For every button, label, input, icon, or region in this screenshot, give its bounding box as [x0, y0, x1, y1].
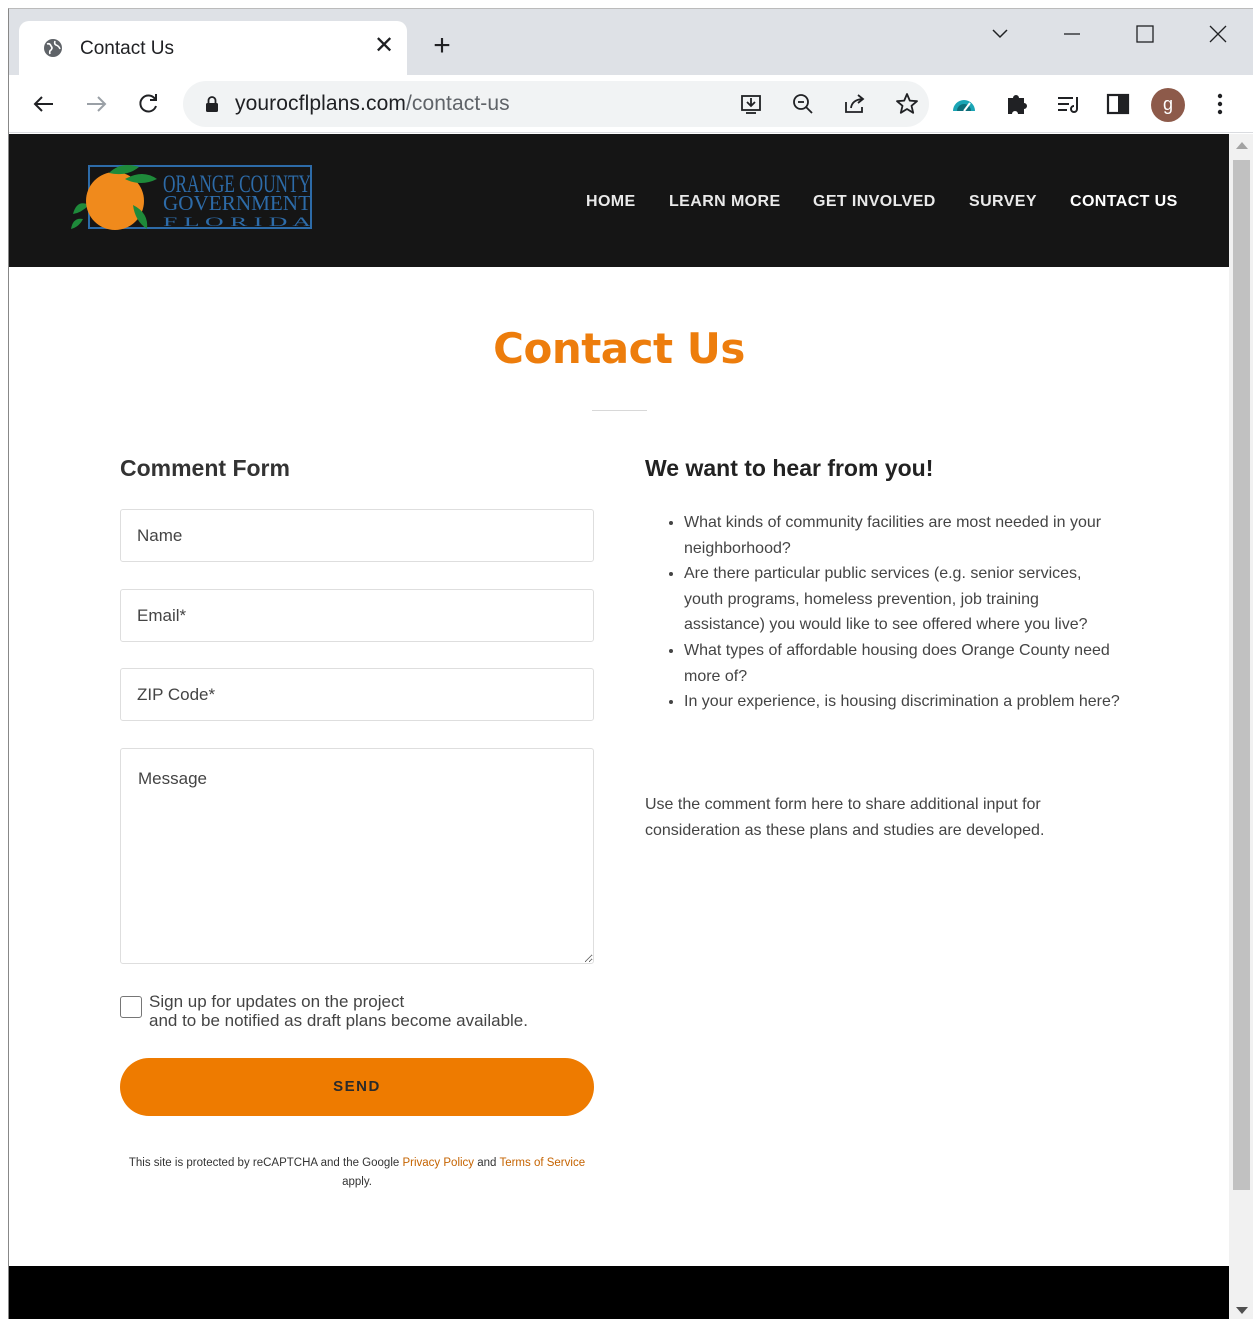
list-item: What types of affordable housing does Or… [684, 638, 1124, 689]
share-icon[interactable] [841, 90, 869, 118]
question-list: What kinds of community facilities are m… [684, 510, 1124, 715]
logo-text-line2: GOVERNMENT [163, 191, 311, 215]
orange-county-logo[interactable]: ORANGE COUNTY GOVERNMENT F L O R I D A [69, 159, 319, 239]
list-item: In your experience, is housing discrimin… [684, 689, 1124, 715]
tab-title: Contact Us [80, 38, 174, 59]
scroll-thumb[interactable] [1233, 160, 1250, 1190]
extensions-puzzle-icon[interactable] [1001, 89, 1031, 119]
page-viewport: ORANGE COUNTY GOVERNMENT F L O R I D A H… [9, 134, 1229, 1319]
nav-learn-more[interactable]: LEARN MORE [669, 193, 781, 211]
site-footer [9, 1266, 1229, 1319]
globe-icon [44, 39, 62, 57]
menu-kebab-icon[interactable] [1205, 89, 1235, 119]
form-heading: Comment Form [120, 455, 290, 481]
send-button[interactable]: SEND [120, 1058, 594, 1116]
email-field[interactable] [120, 589, 594, 642]
side-panel-icon[interactable] [1103, 89, 1133, 119]
list-item: What kinds of community facilities are m… [684, 510, 1124, 561]
browser-window: Contact Us ✕ + yourocflplans.com/contact… [8, 8, 1253, 1319]
extension-speedometer-icon[interactable] [949, 89, 979, 119]
browser-tab[interactable]: Contact Us ✕ [19, 21, 407, 75]
browser-toolbar: yourocflplans.com/contact-us g [9, 75, 1253, 133]
lock-icon [206, 96, 218, 112]
close-window-icon[interactable] [1198, 19, 1238, 49]
info-closing-text: Use the comment form here to share addit… [645, 796, 1045, 839]
scroll-up-arrow-icon[interactable] [1236, 142, 1248, 149]
forward-arrow-icon[interactable] [79, 87, 113, 121]
reading-list-icon[interactable] [1053, 89, 1083, 119]
reload-icon[interactable] [131, 87, 165, 121]
minimize-icon[interactable] [1052, 19, 1092, 49]
updates-checkbox-label[interactable]: Sign up for updates on the project and t… [149, 992, 528, 1030]
info-heading: We want to hear from you! [645, 455, 934, 481]
back-arrow-icon[interactable] [27, 87, 61, 121]
new-tab-icon[interactable]: + [427, 31, 457, 61]
updates-checkbox[interactable] [120, 996, 142, 1018]
install-app-icon[interactable] [737, 90, 765, 118]
url-text: yourocflplans.com/contact-us [235, 92, 510, 115]
nav-survey[interactable]: SURVEY [969, 193, 1037, 211]
zip-code-field[interactable] [120, 668, 594, 721]
tab-close-icon[interactable]: ✕ [371, 33, 397, 59]
page-title: Contact Us [493, 324, 745, 373]
tab-strip: Contact Us ✕ + [9, 9, 1253, 75]
site-header: ORANGE COUNTY GOVERNMENT F L O R I D A H… [9, 134, 1229, 267]
nav-home[interactable]: HOME [586, 193, 636, 211]
privacy-policy-link[interactable]: Privacy Policy [402, 1157, 474, 1169]
terms-of-service-link[interactable]: Terms of Service [499, 1157, 585, 1169]
maximize-icon[interactable] [1125, 19, 1165, 49]
zoom-icon[interactable] [789, 90, 817, 118]
tab-search-chevron-icon[interactable] [980, 19, 1020, 49]
profile-avatar[interactable]: g [1151, 88, 1185, 122]
list-item: Are there particular public services (e.… [684, 561, 1124, 638]
name-field[interactable] [120, 509, 594, 562]
recaptcha-notice: This site is protected by reCAPTCHA and … [128, 1157, 586, 1188]
message-field[interactable] [120, 748, 594, 964]
nav-contact-us[interactable]: CONTACT US [1070, 193, 1178, 211]
scroll-down-arrow-icon[interactable] [1236, 1307, 1248, 1314]
nav-get-involved[interactable]: GET INVOLVED [813, 193, 936, 211]
logo-text-line3: F L O R I D A [163, 214, 312, 229]
title-divider [592, 410, 647, 411]
bookmark-star-icon[interactable] [893, 90, 921, 118]
page-scrollbar[interactable] [1229, 134, 1253, 1319]
address-bar[interactable]: yourocflplans.com/contact-us [183, 81, 929, 127]
